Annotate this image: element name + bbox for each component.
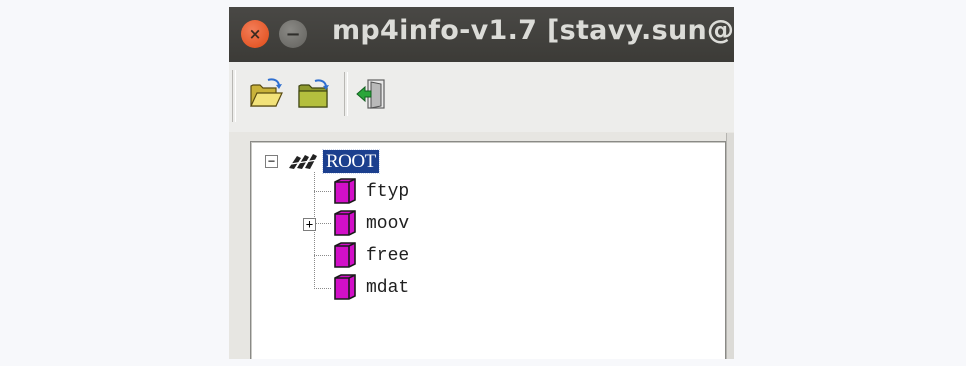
- tree-node-root[interactable]: − ROOT: [251, 146, 721, 176]
- root-atoms-icon: [289, 154, 318, 169]
- magenta-box-icon: [334, 210, 356, 236]
- close-button[interactable]: ×: [241, 20, 269, 48]
- reload-folder-icon: [298, 79, 329, 108]
- magenta-box-icon: [334, 242, 356, 268]
- atom-tree-view[interactable]: − ROOT ftyp + moov free mdat: [250, 141, 726, 359]
- tree-node-label: ROOT: [322, 149, 380, 174]
- panel-splitter[interactable]: [726, 133, 734, 359]
- window-title: mp4info-v1.7 [stavy.sun@ho: [332, 15, 734, 46]
- tree-node-label: moov: [366, 214, 410, 234]
- toolbar: [229, 62, 734, 132]
- tree-node-ftyp[interactable]: ftyp: [251, 177, 721, 207]
- minimize-icon: −: [285, 23, 301, 45]
- collapse-toggle[interactable]: −: [265, 155, 278, 168]
- reload-file-button[interactable]: [296, 76, 332, 112]
- app-window: × − mp4info-v1.7 [stavy.sun@ho − ROOT ft…: [229, 7, 734, 359]
- open-file-button[interactable]: [248, 76, 284, 112]
- tree-node-label: mdat: [366, 278, 410, 298]
- open-folder-icon: [250, 78, 283, 107]
- tree-node-label: free: [366, 246, 410, 266]
- toolbar-grip[interactable]: [232, 70, 236, 122]
- toolbar-separator: [344, 72, 348, 116]
- minimize-button[interactable]: −: [279, 20, 307, 48]
- tree-node-mdat[interactable]: mdat: [251, 273, 721, 303]
- tree-node-label: ftyp: [366, 182, 410, 202]
- magenta-box-icon: [334, 274, 356, 300]
- tree-node-moov[interactable]: + moov: [251, 209, 721, 239]
- tree-node-free[interactable]: free: [251, 241, 721, 271]
- close-icon: ×: [248, 25, 262, 43]
- magenta-box-icon: [334, 178, 356, 204]
- exit-door-icon: [356, 79, 385, 109]
- title-bar[interactable]: × − mp4info-v1.7 [stavy.sun@ho: [229, 7, 734, 62]
- exit-button[interactable]: [354, 76, 390, 112]
- expand-toggle[interactable]: +: [303, 218, 316, 231]
